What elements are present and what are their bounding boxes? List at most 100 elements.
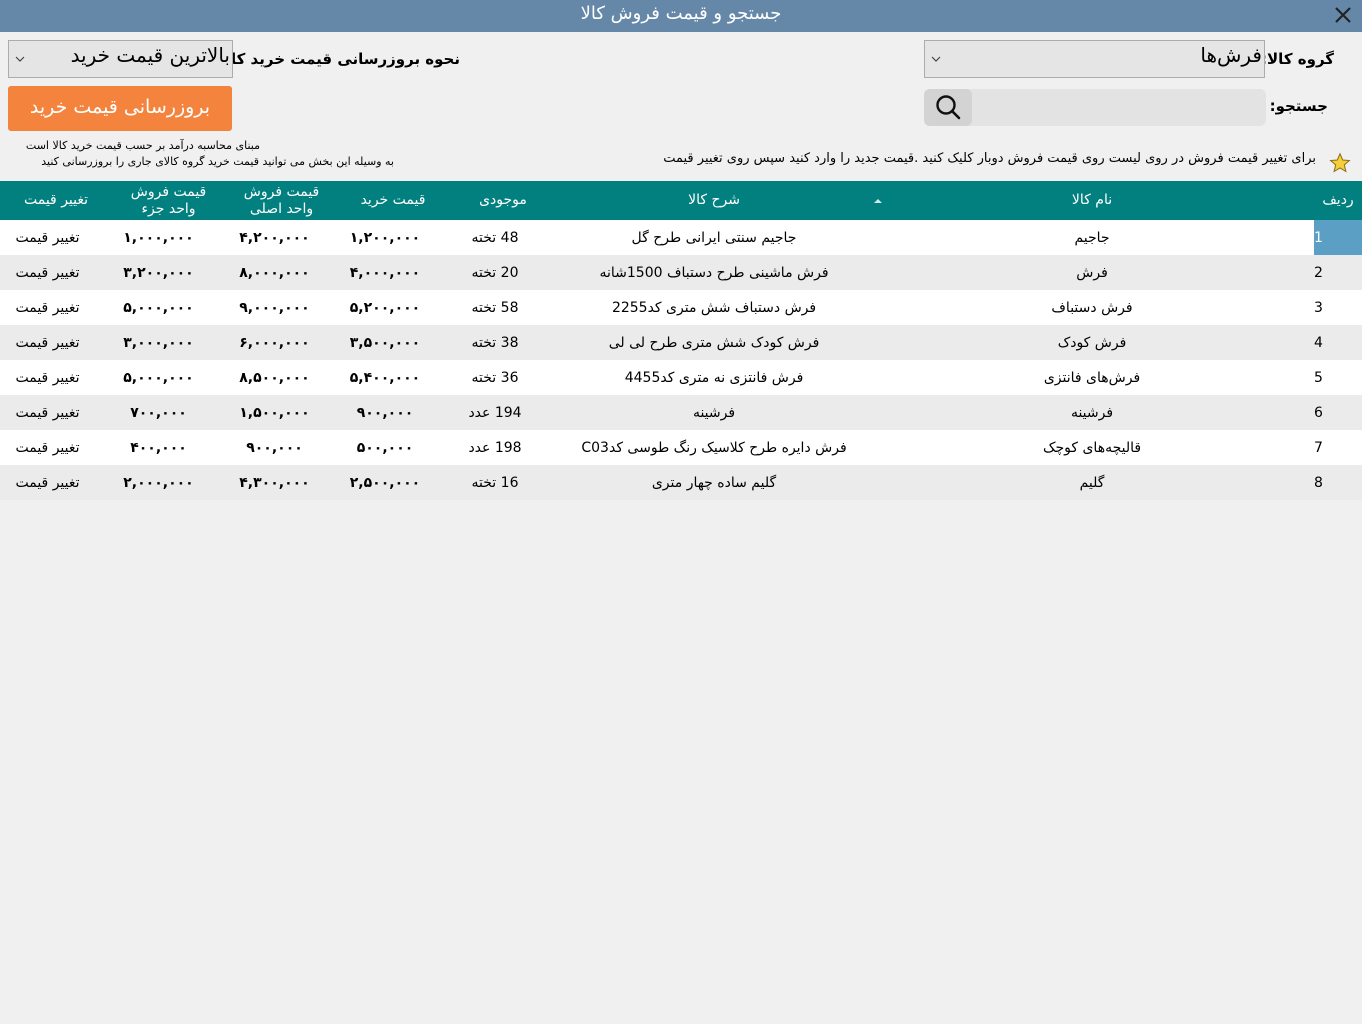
cell-buy-price: ۵,۲۰۰,۰۰۰ (349, 299, 421, 316)
table-row[interactable]: 6 فرشینه فرشینه 194 عدد ۹۰۰,۰۰۰ ۱,۵۰۰,۰۰… (0, 395, 1362, 430)
group-select-value: فرش‌ها (1200, 43, 1262, 67)
table-row[interactable]: 4 فرش کودک فرش کودک شش متری طرح لی لی 38… (0, 325, 1362, 360)
cell-sell-main[interactable]: ۹,۰۰۰,۰۰۰ (218, 290, 331, 325)
header-change-price[interactable]: تغییر قیمت (0, 181, 112, 220)
cell-product-name: فرش (1076, 264, 1108, 281)
update-hint-note: به وسیله این بخش می توانید قیمت خرید گرو… (41, 155, 394, 168)
cell-description: فرش ماشینی طرح دستباف 1500شانه (599, 264, 829, 281)
cell-buy-price: ۳,۵۰۰,۰۰۰ (349, 334, 421, 351)
cell-product-name: جاجیم (1074, 229, 1110, 246)
change-price-link[interactable]: تغییر قیمت (0, 325, 95, 360)
cell-stock: 48 تخته (471, 229, 519, 246)
cell-description: فرش دایره طرح کلاسیک رنگ طوسی کدC03 (581, 439, 847, 456)
header-sell-part-line1: قیمت فروش (130, 183, 207, 200)
search-label: جستجو: (1269, 97, 1328, 115)
cell-product-name: قالیچه‌های کوچک (1042, 439, 1142, 456)
search-input[interactable] (972, 91, 1262, 124)
cell-product-name: فرش‌های فانتزی (1043, 369, 1141, 386)
table-header: ردیف نام کالا شرح کالا موجودی قیمت خرید … (0, 181, 1362, 220)
cell-stock: 16 تخته (471, 474, 519, 491)
table-row[interactable]: 8 گلیم گلیم ساده چهار متری 16 تخته ۲,۵۰۰… (0, 465, 1362, 500)
change-price-link[interactable]: تغییر قیمت (0, 290, 95, 325)
group-label: گروه کالا: (1261, 50, 1334, 68)
cell-product-name: فرش دستباف (1051, 299, 1133, 316)
chevron-down-icon (931, 56, 941, 62)
header-buy-price[interactable]: قیمت خرید (338, 181, 448, 220)
window-title: جستجو و قیمت فروش کالا (580, 3, 782, 24)
cell-product-name: فرشینه (1070, 404, 1114, 421)
cell-sell-main[interactable]: ۴,۳۰۰,۰۰۰ (218, 465, 331, 500)
income-basis-note: مبنای محاسبه درآمد بر حسب قیمت خرید کالا… (25, 139, 260, 152)
cell-sell-main[interactable]: ۸,۵۰۰,۰۰۰ (218, 360, 331, 395)
row-number[interactable]: 4 (1314, 325, 1362, 360)
cell-sell-part[interactable]: ۵,۰۰۰,۰۰۰ (102, 360, 215, 395)
cell-stock: 38 تخته (471, 334, 519, 351)
row-number[interactable]: 2 (1314, 255, 1362, 290)
cell-description: فرش فانتزی نه متری کد4455 (624, 369, 804, 386)
row-number[interactable]: 5 (1314, 360, 1362, 395)
sort-asc-icon (874, 199, 882, 203)
table-row[interactable]: 2 فرش فرش ماشینی طرح دستباف 1500شانه 20 … (0, 255, 1362, 290)
star-icon (1329, 152, 1351, 173)
header-sell-part-line2: واحد جزء (141, 200, 196, 217)
header-description[interactable]: شرح کالا (558, 181, 870, 220)
cell-sell-part[interactable]: ۷۰۰,۰۰۰ (102, 395, 215, 430)
close-icon[interactable] (1330, 2, 1356, 28)
change-price-link[interactable]: تغییر قیمت (0, 430, 95, 465)
cell-sell-part[interactable]: ۲,۰۰۰,۰۰۰ (102, 465, 215, 500)
edit-price-hint: برای تغییر قیمت فروش در روی لیست روی قیم… (663, 151, 1316, 166)
cell-sell-part[interactable]: ۳,۰۰۰,۰۰۰ (102, 325, 215, 360)
cell-sell-main[interactable]: ۹۰۰,۰۰۰ (218, 430, 331, 465)
change-price-link[interactable]: تغییر قیمت (0, 395, 95, 430)
header-sell-main-unit[interactable]: قیمت فروش واحد اصلی (225, 181, 338, 220)
update-mode-value: بالاترین قیمت خرید (70, 43, 230, 67)
cell-buy-price: ۵,۴۰۰,۰۰۰ (349, 369, 421, 386)
cell-stock: 198 عدد (468, 439, 522, 456)
cell-sell-main[interactable]: ۸,۰۰۰,۰۰۰ (218, 255, 331, 290)
cell-description: جاجیم سنتی ایرانی طرح گل (631, 229, 797, 246)
search-button[interactable] (924, 89, 972, 126)
group-select[interactable]: فرش‌ها (924, 40, 1265, 78)
header-product-name[interactable]: نام کالا (870, 181, 1314, 220)
search-icon (936, 95, 961, 120)
cell-buy-price: ۲,۵۰۰,۰۰۰ (349, 474, 421, 491)
title-bar: جستجو و قیمت فروش کالا (0, 0, 1362, 32)
chevron-down-icon (15, 56, 25, 62)
change-price-link[interactable]: تغییر قیمت (0, 465, 95, 500)
row-number[interactable]: 7 (1314, 430, 1362, 465)
cell-description: فرش دستباف شش متری کد2255 (611, 299, 817, 316)
table-row[interactable]: 5 فرش‌های فانتزی فرش فانتزی نه متری کد44… (0, 360, 1362, 395)
cell-stock: 20 تخته (471, 264, 519, 281)
change-price-link[interactable]: تغییر قیمت (0, 360, 95, 395)
cell-sell-part[interactable]: ۳,۲۰۰,۰۰۰ (102, 255, 215, 290)
change-price-link[interactable]: تغییر قیمت (0, 255, 95, 290)
row-number[interactable]: 3 (1314, 290, 1362, 325)
row-number[interactable]: 8 (1314, 465, 1362, 500)
cell-stock: 194 عدد (468, 404, 522, 421)
update-buy-price-button[interactable]: بروزرسانی قیمت خرید (8, 86, 232, 131)
cell-sell-main[interactable]: ۱,۵۰۰,۰۰۰ (218, 395, 331, 430)
cell-stock: 36 تخته (471, 369, 519, 386)
cell-sell-main[interactable]: ۴,۲۰۰,۰۰۰ (218, 220, 331, 255)
cell-product-name: گلیم (1079, 474, 1105, 491)
row-number[interactable]: 6 (1314, 395, 1362, 430)
cell-sell-main[interactable]: ۶,۰۰۰,۰۰۰ (218, 325, 331, 360)
cell-stock: 58 تخته (471, 299, 519, 316)
cell-buy-price: ۹۰۰,۰۰۰ (356, 404, 414, 421)
header-row-number[interactable]: ردیف (1314, 181, 1362, 220)
update-mode-select[interactable]: بالاترین قیمت خرید (8, 40, 233, 78)
cell-sell-part[interactable]: ۵,۰۰۰,۰۰۰ (102, 290, 215, 325)
header-sell-main-line1: قیمت فروش (243, 183, 320, 200)
cell-sell-part[interactable]: ۴۰۰,۰۰۰ (102, 430, 215, 465)
table-row[interactable]: 1 جاجیم جاجیم سنتی ایرانی طرح گل 48 تخته… (0, 220, 1362, 255)
row-number[interactable]: 1 (1314, 220, 1362, 255)
table-row[interactable]: 7 قالیچه‌های کوچک فرش دایره طرح کلاسیک ر… (0, 430, 1362, 465)
cell-product-name: فرش کودک (1057, 334, 1127, 351)
header-sell-part-unit[interactable]: قیمت فروش واحد جزء (112, 181, 225, 220)
table-row[interactable]: 3 فرش دستباف فرش دستباف شش متری کد2255 5… (0, 290, 1362, 325)
products-table: ردیف نام کالا شرح کالا موجودی قیمت خرید … (0, 181, 1362, 500)
cell-sell-part[interactable]: ۱,۰۰۰,۰۰۰ (102, 220, 215, 255)
header-stock[interactable]: موجودی (448, 181, 558, 220)
update-mode-label: نحوه بروزرسانی قیمت خرید کالا : (208, 50, 460, 68)
change-price-link[interactable]: تغییر قیمت (0, 220, 95, 255)
